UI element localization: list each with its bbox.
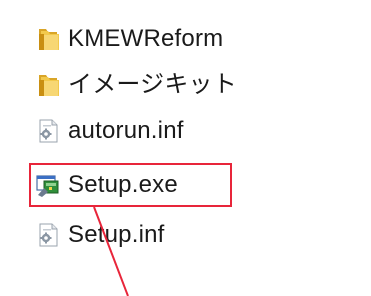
folder-icon <box>34 25 62 53</box>
file-item-kmewreform[interactable]: KMEWReform <box>34 22 223 56</box>
file-name: KMEWReform <box>68 25 224 52</box>
file-item-autorun-inf[interactable]: autorun.inf <box>34 114 184 148</box>
file-name: autorun.inf <box>68 117 184 144</box>
settings-file-icon <box>34 221 62 249</box>
file-list: KMEWReform イメージキット autorun.inf Setup.exe… <box>0 0 371 296</box>
file-item-image-kit[interactable]: イメージキット <box>34 68 237 102</box>
folder-icon <box>34 71 62 99</box>
file-name: Setup.exe <box>68 171 178 198</box>
file-name: Setup.inf <box>68 221 165 248</box>
setup-exe-icon <box>34 171 62 199</box>
file-item-setup-exe[interactable]: Setup.exe <box>34 168 178 202</box>
file-item-setup-inf[interactable]: Setup.inf <box>34 218 165 252</box>
settings-file-icon <box>34 117 62 145</box>
file-name: イメージキット <box>68 71 237 98</box>
